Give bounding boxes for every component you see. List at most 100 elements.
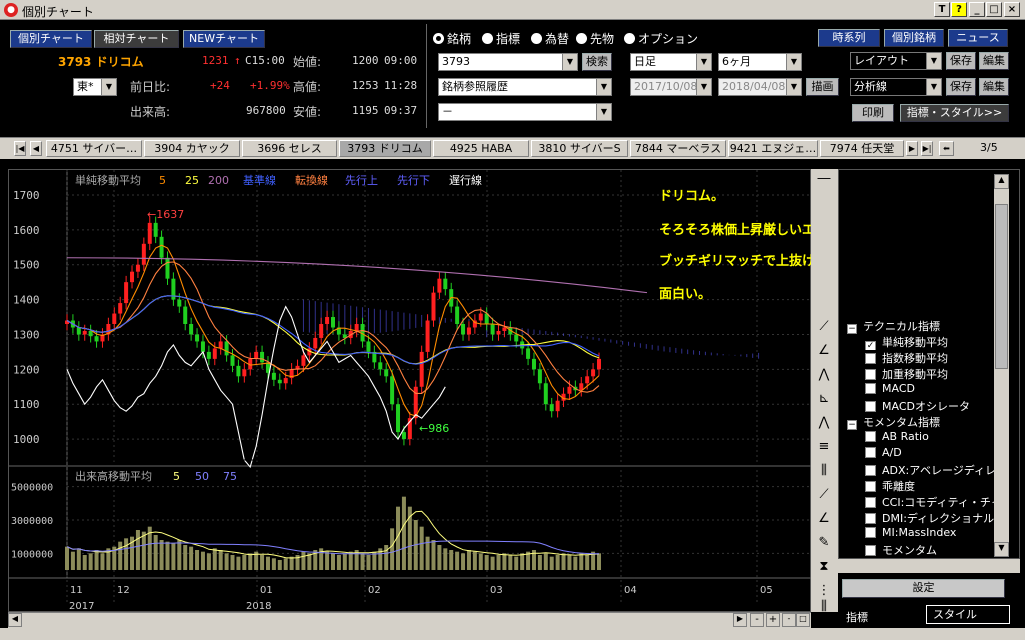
radio-fx[interactable]: 為替	[531, 30, 569, 47]
help-button[interactable]: ?	[951, 2, 967, 17]
stock-tab[interactable]: 4925 HABA	[433, 140, 529, 157]
timeseries-button[interactable]: 時系列	[818, 29, 880, 47]
fan-tool-icon[interactable]: ⋀	[814, 365, 834, 385]
legend-vol-50: 50	[195, 470, 209, 483]
draw-button[interactable]: 描画	[806, 78, 839, 96]
angle-tool-icon[interactable]: ∠	[814, 341, 834, 361]
candle-body	[437, 278, 442, 293]
indicator-style-button[interactable]: 指標・スタイル>>	[900, 104, 1009, 122]
zoom-out-icon[interactable]: -	[750, 613, 764, 627]
layout-save-button[interactable]: 保存	[946, 52, 976, 70]
first-tab-icon[interactable]: |◀	[14, 141, 26, 156]
current-price: 1231	[202, 54, 229, 67]
news-button[interactable]: ニュース	[948, 29, 1008, 47]
chart-scrollbar[interactable]: ◀ ▶ - + - □	[8, 612, 811, 628]
layout-select[interactable]: レイアウト ▼	[850, 52, 942, 70]
fib-fan-tool-icon[interactable]: ⋀	[814, 413, 834, 433]
indicator-hscroll[interactable]	[838, 559, 1020, 573]
year-label: 2017	[69, 601, 94, 612]
search-button[interactable]: 検索	[582, 53, 612, 71]
candle-body	[159, 236, 164, 258]
tab-new-chart[interactable]: NEWチャート	[183, 30, 265, 48]
text-button[interactable]: T	[934, 2, 950, 17]
radio-options[interactable]: オプション	[624, 30, 698, 47]
window-title: 個別チャート	[22, 5, 94, 19]
stock-tab[interactable]: 3793 ドリコム	[339, 140, 431, 157]
open-value: 1200	[352, 54, 379, 67]
maximize-button[interactable]: □	[986, 2, 1002, 17]
divider	[426, 24, 427, 128]
tab-indicators[interactable]: 指標	[846, 609, 868, 625]
analysis-line-select[interactable]: 分析線 ▼	[850, 78, 942, 96]
grid-tool-icon[interactable]: ⫼	[814, 597, 834, 617]
scroll-thumb[interactable]	[995, 204, 1008, 369]
minimize-button[interactable]: _	[969, 2, 985, 17]
fibonacci-tool-icon[interactable]: ⊾	[814, 389, 834, 409]
tree-group[interactable]: − テクニカル指標	[847, 318, 1017, 334]
settings-button[interactable]: 設定	[842, 579, 1005, 598]
chart-area[interactable]: 1000 1100 1200 1300 1400 1500 1600 1700 1000000 3…	[8, 169, 867, 612]
radio-stock[interactable]: 銘柄	[433, 30, 471, 47]
scroll-right-icon[interactable]: ▶	[733, 613, 747, 627]
stock-tab[interactable]: 4751 サイバー…	[46, 140, 142, 157]
close-button[interactable]: ×	[1004, 2, 1020, 17]
prev-tab-icon[interactable]: ◀	[30, 141, 42, 156]
stock-tab[interactable]: 3904 カヤック	[144, 140, 240, 157]
stock-code-input[interactable]: 3793 ▼	[438, 53, 578, 71]
from-date-select[interactable]: 2017/10/08 ▼	[630, 78, 712, 96]
candle-body	[466, 327, 471, 335]
radio-futures[interactable]: 先物	[576, 30, 614, 47]
x-tick-label: 01	[260, 585, 273, 596]
next-tab-icon[interactable]: ▶	[906, 141, 918, 156]
volume-bar	[224, 553, 229, 570]
reset-view-icon[interactable]: □	[796, 613, 810, 627]
candle-body	[366, 341, 371, 352]
volume-bar	[419, 526, 424, 570]
cursor-tool-icon[interactable]: ―	[814, 169, 834, 189]
line-tool-icon[interactable]: ⟋	[814, 485, 834, 505]
analysis-edit-button[interactable]: 編集	[979, 78, 1009, 96]
stock-tab[interactable]: 9421 エヌジェ…	[728, 140, 818, 157]
span-select[interactable]: 6ヶ月 ▼	[718, 53, 802, 71]
zoom-in-icon[interactable]: +	[766, 613, 780, 627]
stock-tab[interactable]: 7974 任天堂	[820, 140, 904, 157]
layout-edit-button[interactable]: 編集	[979, 52, 1009, 70]
radio-index[interactable]: 指標	[482, 30, 520, 47]
zoom-fit-icon[interactable]: -	[782, 613, 796, 627]
indicator-scrollbar[interactable]: ▲ ▼	[994, 174, 1009, 557]
print-button[interactable]: 印刷	[852, 104, 894, 122]
candle-body	[425, 320, 430, 352]
wave-tool-icon[interactable]: ⧗	[814, 557, 834, 577]
tab-individual-chart[interactable]: 個別チャート	[10, 30, 92, 48]
fib-time-tool-icon[interactable]: ⫼	[814, 461, 834, 481]
tree-group[interactable]: − モメンタム指標	[847, 414, 1017, 430]
gann-tool-icon[interactable]: ∠	[814, 509, 834, 529]
x-tick-label: 03	[490, 585, 503, 596]
interval-select[interactable]: 日足 ▼	[630, 53, 712, 71]
chevron-down-icon: ▼	[926, 79, 941, 95]
volume-bar	[206, 553, 211, 570]
scroll-left-icon[interactable]: ◀	[8, 613, 22, 627]
drawing-tools: ― ⟋ ∠ ⋀ ⊾ ⋀ ≡ ⫼ ⟋ ∠ ✎ ⧗ ⋮ ⫼	[811, 169, 838, 614]
to-date-select[interactable]: 2018/04/08 ▼	[718, 78, 802, 96]
stock-tab[interactable]: 7844 マーベラス	[630, 140, 726, 157]
individual-stock-button[interactable]: 個別銘柄	[884, 29, 944, 47]
history-select[interactable]: 銘柄参照履歴 ▼	[438, 78, 612, 96]
back-arrow-icon[interactable]: ⬅	[939, 141, 954, 156]
scroll-down-icon[interactable]: ▼	[994, 542, 1009, 557]
analysis-save-button[interactable]: 保存	[946, 78, 976, 96]
volume-bar	[65, 546, 69, 570]
volume-bar	[218, 550, 223, 570]
tab-relative-chart[interactable]: 相対チャート	[94, 30, 179, 48]
channel-tool-icon[interactable]: ≡	[814, 437, 834, 457]
trendline-tool-icon[interactable]: ⟋	[814, 317, 834, 337]
volume-bar	[159, 540, 164, 570]
market-select[interactable]: 東* ▼	[73, 78, 117, 96]
pencil-tool-icon[interactable]: ✎	[814, 533, 834, 553]
dash-select[interactable]: － ▼	[438, 103, 612, 121]
last-tab-icon[interactable]: ▶|	[921, 141, 933, 156]
stock-tab[interactable]: 3696 セレス	[242, 140, 337, 157]
scroll-up-icon[interactable]: ▲	[994, 174, 1009, 189]
tab-style[interactable]: スタイル	[926, 605, 1010, 624]
stock-tab[interactable]: 3810 サイバーS	[531, 140, 628, 157]
